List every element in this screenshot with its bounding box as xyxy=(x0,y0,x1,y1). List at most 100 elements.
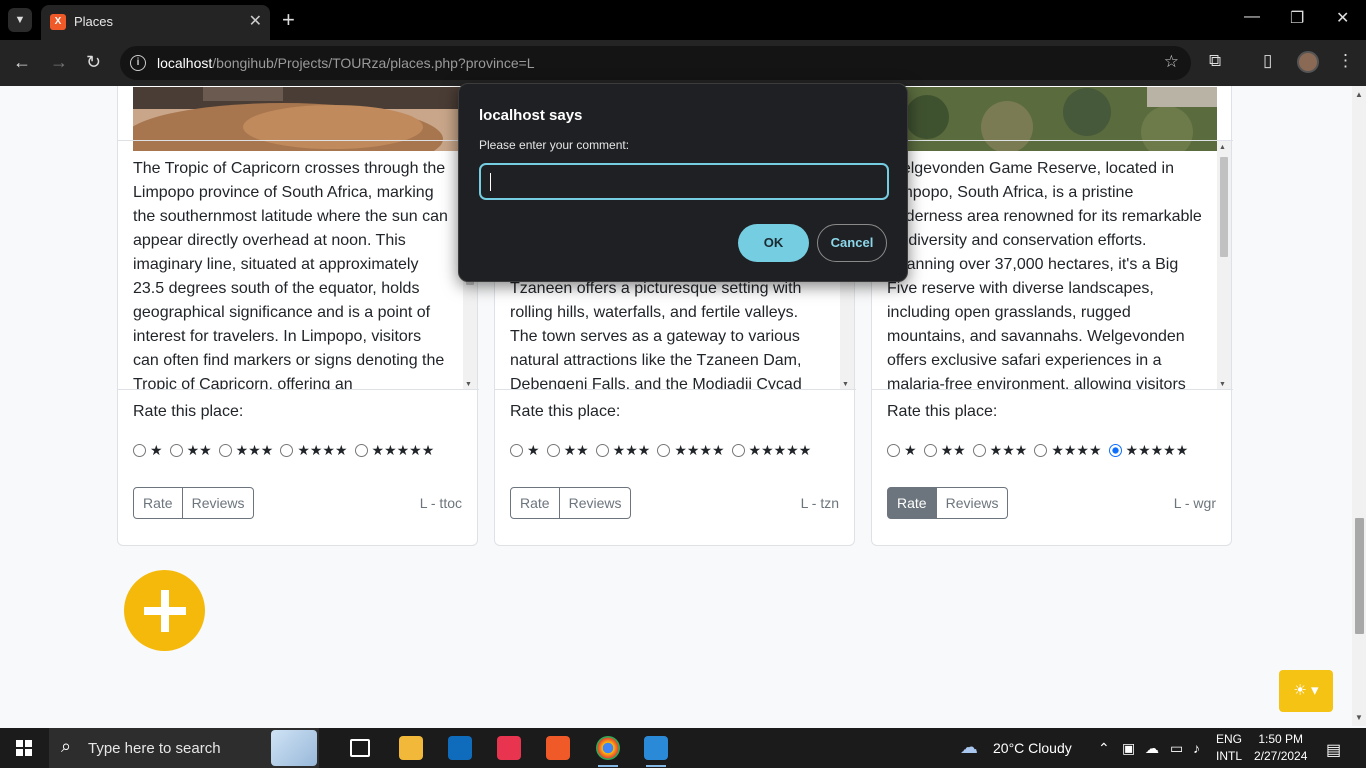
text-caret xyxy=(490,173,491,191)
rating-radio-3[interactable] xyxy=(972,444,986,457)
outlook-icon[interactable] xyxy=(448,736,472,760)
rate-button[interactable]: Rate xyxy=(887,487,937,519)
description-scrollbar[interactable]: ▲ ▼ xyxy=(1217,141,1231,389)
sun-icon: ☀ ▾ xyxy=(1293,682,1319,699)
tab-search-icon[interactable]: ▼ xyxy=(8,8,32,32)
back-icon[interactable]: ← xyxy=(13,52,31,73)
chrome-icon[interactable] xyxy=(596,736,620,767)
rating-stars-2: ★★ xyxy=(186,442,212,458)
place-card: Welgevonden Game Reserve, located in Lim… xyxy=(871,86,1233,546)
comment-input[interactable] xyxy=(479,163,889,200)
page-scroll-thumb[interactable] xyxy=(1355,518,1364,634)
rating-radio-1[interactable] xyxy=(887,444,900,457)
taskbar-search[interactable]: ⌕ Type here to search xyxy=(49,728,319,768)
forward-icon[interactable]: → xyxy=(50,52,68,73)
scroll-thumb[interactable] xyxy=(1220,157,1228,257)
profile-avatar[interactable] xyxy=(1297,51,1319,73)
reload-icon[interactable]: ↻ xyxy=(86,52,101,73)
browser-toolbar: ← → ↻ i localhost/bongihub/Projects/TOUR… xyxy=(0,40,1366,86)
menu-icon[interactable]: ⋮ xyxy=(1337,51,1354,71)
rating-radio-2[interactable] xyxy=(923,444,937,457)
extensions-icon[interactable]: ⧉ xyxy=(1209,51,1221,71)
rate-label: Rate this place: xyxy=(133,403,244,420)
rating-radio-2[interactable] xyxy=(546,444,560,457)
onedrive-icon[interactable]: ☁ xyxy=(1145,740,1159,757)
meet-now-icon[interactable]: ▣ xyxy=(1122,740,1135,757)
rate-button[interactable]: Rate xyxy=(510,487,560,519)
rating-radio-5[interactable] xyxy=(731,444,745,457)
add-place-button[interactable] xyxy=(124,570,205,651)
page-scroll-down-icon[interactable]: ▼ xyxy=(1355,713,1363,722)
rating-radio-4[interactable] xyxy=(1034,444,1048,457)
rating-radio-3[interactable] xyxy=(218,444,232,457)
site-info-icon[interactable]: i xyxy=(130,55,146,71)
rating-group: ★ ★★ ★★★ ★★★★ ★★★★★ xyxy=(510,442,818,459)
minimize-icon[interactable]: — xyxy=(1244,8,1260,26)
task-view-icon[interactable] xyxy=(350,739,370,757)
cancel-button[interactable]: Cancel xyxy=(817,224,887,262)
cloud-icon[interactable]: ☁ xyxy=(960,737,978,758)
place-card: The Tropic of Capricorn crosses through … xyxy=(117,86,479,546)
new-tab-icon[interactable]: + xyxy=(282,7,295,33)
page-scroll-up-icon[interactable]: ▲ xyxy=(1355,90,1363,99)
place-description-box[interactable]: Welgevonden Game Reserve, located in Lim… xyxy=(872,140,1233,390)
weather-text[interactable]: 20°C Cloudy xyxy=(993,740,1072,756)
ok-button[interactable]: OK xyxy=(738,224,809,262)
rating-radio-5[interactable] xyxy=(354,444,368,457)
rating-radio-1[interactable] xyxy=(510,444,523,457)
rating-radio-3[interactable] xyxy=(595,444,609,457)
restore-icon[interactable]: ❐ xyxy=(1290,8,1304,28)
vscode-icon[interactable] xyxy=(644,736,668,767)
window-close-icon[interactable]: ✕ xyxy=(1336,8,1349,28)
browser-tab-bar: ▼ X Places ✕ + — ❐ ✕ xyxy=(0,0,1366,40)
url-text[interactable]: localhost/bongihub/Projects/TOURza/place… xyxy=(157,55,535,71)
file-explorer-icon[interactable] xyxy=(399,736,423,760)
scroll-down-icon[interactable]: ▼ xyxy=(465,381,472,388)
volume-icon[interactable]: ♪ xyxy=(1193,740,1200,756)
reviews-button[interactable]: Reviews xyxy=(936,487,1009,519)
dev-tool-icon[interactable] xyxy=(497,736,521,760)
theme-toggle-button[interactable]: ☀ ▾ xyxy=(1279,670,1333,712)
place-description: The Tropic of Capricorn crosses through … xyxy=(133,160,448,390)
network-icon[interactable]: ▭ xyxy=(1170,740,1183,757)
place-code: L - tzn xyxy=(800,495,839,511)
xampp-icon[interactable] xyxy=(546,736,570,760)
place-code: L - wgr xyxy=(1173,495,1216,511)
windows-start-icon[interactable] xyxy=(16,740,32,756)
rating-radio-4[interactable] xyxy=(657,444,671,457)
rating-stars-4: ★★★★ xyxy=(674,442,725,458)
rate-label: Rate this place: xyxy=(510,403,621,420)
rating-stars-5: ★★★★★ xyxy=(371,442,435,458)
browser-tab[interactable]: X Places ✕ xyxy=(41,5,270,40)
rating-radio-2[interactable] xyxy=(169,444,183,457)
rating-stars-4: ★★★★ xyxy=(1051,442,1102,458)
page-scrollbar[interactable]: ▲ ▼ xyxy=(1352,86,1366,726)
tab-close-icon[interactable]: ✕ xyxy=(249,11,262,31)
plus-icon xyxy=(143,589,186,632)
reviews-button[interactable]: Reviews xyxy=(559,487,632,519)
place-description-box[interactable]: The Tropic of Capricorn crosses through … xyxy=(118,140,479,390)
place-code: L - ttoc xyxy=(419,495,462,511)
rating-stars-2: ★★ xyxy=(940,442,966,458)
rating-group: ★ ★★ ★★★ ★★★★ ★★★★★ xyxy=(133,442,441,459)
scroll-up-icon[interactable]: ▲ xyxy=(1219,144,1226,151)
scroll-down-icon[interactable]: ▼ xyxy=(842,381,849,388)
language-indicator[interactable]: ENG INTL xyxy=(1216,731,1242,765)
rating-stars-1: ★ xyxy=(150,442,163,458)
clock[interactable]: 1:50 PM 2/27/2024 xyxy=(1254,731,1307,765)
rating-stars-2: ★★ xyxy=(563,442,589,458)
side-panel-icon[interactable]: ▯ xyxy=(1263,51,1272,71)
taskbar: ⌕ Type here to search ☁ 20°C Cloudy ⌃ ▣ … xyxy=(0,728,1366,768)
dialog-title: localhost says xyxy=(479,107,583,124)
reviews-button[interactable]: Reviews xyxy=(182,487,255,519)
scroll-down-icon[interactable]: ▼ xyxy=(1219,381,1226,388)
rating-radio-5[interactable] xyxy=(1108,444,1122,457)
address-bar[interactable]: i localhost/bongihub/Projects/TOURza/pla… xyxy=(120,46,1191,80)
rate-button[interactable]: Rate xyxy=(133,487,183,519)
tray-chevron-icon[interactable]: ⌃ xyxy=(1098,740,1110,757)
rating-radio-4[interactable] xyxy=(280,444,294,457)
notifications-icon[interactable]: ▤ xyxy=(1326,740,1341,760)
bookmark-star-icon[interactable]: ☆ xyxy=(1164,52,1179,72)
rating-stars-3: ★★★ xyxy=(235,442,274,458)
rating-radio-1[interactable] xyxy=(133,444,146,457)
